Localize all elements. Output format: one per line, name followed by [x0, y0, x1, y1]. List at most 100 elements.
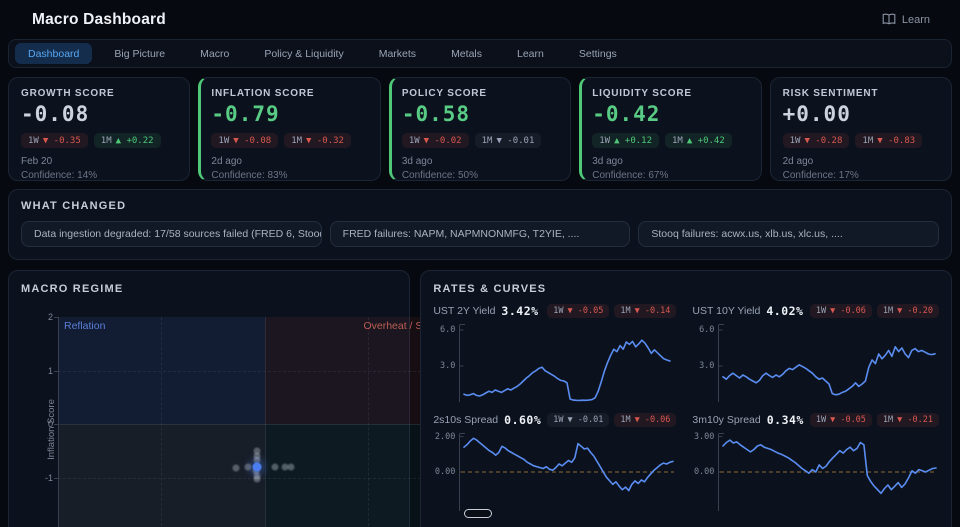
badge-delta: ▲ +0.12	[614, 135, 652, 146]
mini-chart-tick-label: 6.0	[439, 325, 456, 335]
score-card-inflation-score: INFLATION SCORE -0.79 1W ▼ -0.08 1M ▼ -0.32 2d…	[198, 77, 381, 181]
change-badge: 1M ▼ -0.06	[614, 412, 677, 427]
change-badge: 1W ▼ -0.05	[547, 303, 610, 318]
y-axis-tick-mark	[54, 317, 58, 318]
mini-chart-tick-label: 0.00	[693, 467, 715, 477]
badge-period: 1M	[882, 414, 894, 425]
mini-chart-s2s10: 2s10s Spread 0.60% 1W ▼ -0.01 1M ▼ -0.06 2.00 0…	[433, 411, 677, 511]
gridline-horizontal	[58, 477, 471, 479]
mini-chart-header: 3m10y Spread 0.34% 1W ▼ -0.05 1M ▼ -0.21	[692, 411, 939, 428]
what-changed-chip-3: Stooq failures: acwx.us, xlb.us, xlc.us,…	[638, 221, 940, 247]
badge-delta: ▼ -0.32	[306, 135, 344, 146]
bottom-row: MACRO REGIME 210-1-2Inflation ScoreRefla…	[8, 270, 952, 527]
mini-chart-label: 3m10y Spread	[692, 413, 761, 426]
mini-chart-badges: 1W ▼ -0.01 1M ▼ -0.06	[547, 412, 677, 427]
score-card-value: -0.08	[21, 102, 90, 126]
mini-chart-badges: 1W ▼ -0.05 1M ▼ -0.14	[547, 303, 677, 318]
badge-delta: ▼ -0.20	[897, 305, 933, 316]
badge-period: 1M	[291, 135, 303, 146]
score-card-date: 2d ago	[782, 156, 814, 167]
change-badge: 1W ▲ +0.12	[592, 133, 659, 148]
change-badge: 1M ▼ -0.32	[284, 133, 351, 148]
mini-chart-label: UST 2Y Yield	[433, 304, 496, 317]
badge-period: 1M	[620, 305, 631, 316]
y-axis-tick-mark	[54, 370, 58, 372]
mini-chart-canvas	[718, 324, 939, 402]
gridline-vertical	[161, 317, 163, 527]
mini-chart-line	[722, 439, 938, 495]
macro-regime-title: MACRO REGIME	[21, 283, 124, 295]
score-card-value: -0.58	[401, 102, 471, 126]
mini-chart-tick-label: 0.00	[434, 467, 456, 477]
badge-delta: ▼ -0.21	[897, 414, 933, 425]
badge-delta: ▼ -0.05	[567, 305, 604, 316]
regime-point-history	[232, 464, 240, 472]
change-badge: 1M ▼ -0.01	[474, 133, 542, 148]
regime-point-current	[252, 462, 262, 472]
what-changed-chip-2: FRED failures: NAPM, NAPMNONMFG, T2YIE, …	[329, 221, 631, 247]
change-badge: 1M ▲ +0.22	[93, 133, 161, 148]
mini-chart-value: 3.42%	[501, 303, 539, 318]
score-card-liquidity-score: LIQUIDITY SCORE -0.42 1W ▲ +0.12 1M ▲ +0.42 3d…	[579, 77, 762, 181]
badge-delta: ▼ -0.01	[567, 414, 604, 425]
mini-chart-axis: 6.0 3.0	[692, 324, 718, 402]
change-badge: 1W ▼ -0.01	[547, 412, 610, 427]
score-card-title: LIQUIDITY SCORE	[592, 88, 692, 99]
tab-settings[interactable]: Settings	[566, 43, 630, 64]
y-axis-title: Inflation Score	[45, 399, 57, 460]
badge-period: 1M	[882, 305, 894, 316]
mini-chart-badges: 1W ▼ -0.06 1M ▼ -0.20	[809, 303, 939, 318]
gridline-vertical	[367, 317, 369, 527]
learn-button[interactable]: Learn	[882, 13, 930, 28]
score-card-title: INFLATION SCORE	[211, 88, 315, 99]
tab-markets[interactable]: Markets	[366, 43, 429, 64]
mini-chart-axis: 2.00 0.00	[433, 432, 459, 511]
change-badge: 1W ▼ -0.02	[401, 133, 469, 148]
badge-delta: ▼ -0.83	[877, 135, 916, 146]
score-cards-row: GROWTH SCORE -0.08 1W ▼ -0.35 1M ▲ +0.22 Feb 2…	[8, 77, 953, 181]
mini-chart-canvas	[459, 324, 676, 402]
mini-chart-tick-label: 3.00	[693, 431, 715, 442]
regime-point-history	[271, 463, 279, 471]
mini-chart-axis: 3.00 0.00	[692, 431, 718, 511]
tab-dashboard[interactable]: Dashboard	[15, 43, 93, 64]
mini-chart-tick-label: 6.0	[699, 325, 715, 335]
what-changed-title: WHAT CHANGED	[21, 200, 127, 212]
mini-chart-value: 4.02%	[766, 303, 804, 318]
badge-period: 1M	[862, 135, 874, 146]
macro-regime-chart: 210-1-2Inflation ScoreReflationOverheat …	[45, 312, 471, 527]
mini-chart-ust2y: UST 2Y Yield 3.42% 1W ▼ -0.05 1M ▼ -0.14 6.0 3.…	[433, 302, 677, 402]
badge-period: 1W	[218, 135, 230, 146]
change-badge: 1M ▼ -0.20	[876, 303, 939, 318]
score-card-date: 3d ago	[592, 156, 623, 167]
score-card-confidence: Confidence: 14%	[21, 170, 98, 181]
badge-delta: ▼ -0.28	[804, 135, 843, 146]
badge-delta: ▼ -0.06	[634, 414, 671, 425]
tab-macro[interactable]: Macro	[187, 43, 242, 64]
score-card-badges: 1W ▼ -0.28 1M ▼ -0.83	[782, 133, 939, 148]
badge-delta: ▲ +0.42	[686, 135, 725, 146]
score-card-badges: 1W ▼ -0.35 1M ▲ +0.22	[21, 133, 177, 148]
score-card-risk-sentiment: RISK SENTIMENT +0.00 1W ▼ -0.28 1M ▼ -0.83 2d …	[769, 77, 953, 181]
y-axis-tick-label: 1	[47, 365, 53, 376]
change-badge: 1W ▼ -0.06	[809, 303, 872, 318]
tab-policy-liquidity[interactable]: Policy & Liquidity	[251, 43, 356, 64]
badge-delta: ▼ -0.06	[830, 305, 866, 316]
score-card-title: GROWTH SCORE	[21, 88, 115, 99]
score-card-confidence: Confidence: 17%	[782, 170, 859, 181]
score-card-title: RISK SENTIMENT	[782, 88, 879, 99]
badge-period: 1M	[481, 135, 493, 146]
tab-metals[interactable]: Metals	[438, 43, 495, 64]
mini-chart-tick-label: 3.0	[699, 361, 715, 371]
mini-chart-label: UST 10Y Yield	[692, 304, 761, 317]
panel-resize-handle[interactable]	[464, 509, 492, 518]
regime-point-history	[287, 463, 295, 471]
change-badge: 1M ▲ +0.42	[665, 133, 732, 148]
badge-delta: ▲ +0.22	[115, 135, 154, 146]
badge-delta: ▼ -0.05	[830, 414, 866, 425]
score-card-confidence: Confidence: 83%	[211, 170, 288, 181]
tab-big-picture[interactable]: Big Picture	[101, 43, 178, 64]
tab-learn[interactable]: Learn	[504, 43, 557, 64]
learn-button-label: Learn	[901, 14, 930, 26]
score-card-confidence: Confidence: 67%	[592, 170, 669, 181]
